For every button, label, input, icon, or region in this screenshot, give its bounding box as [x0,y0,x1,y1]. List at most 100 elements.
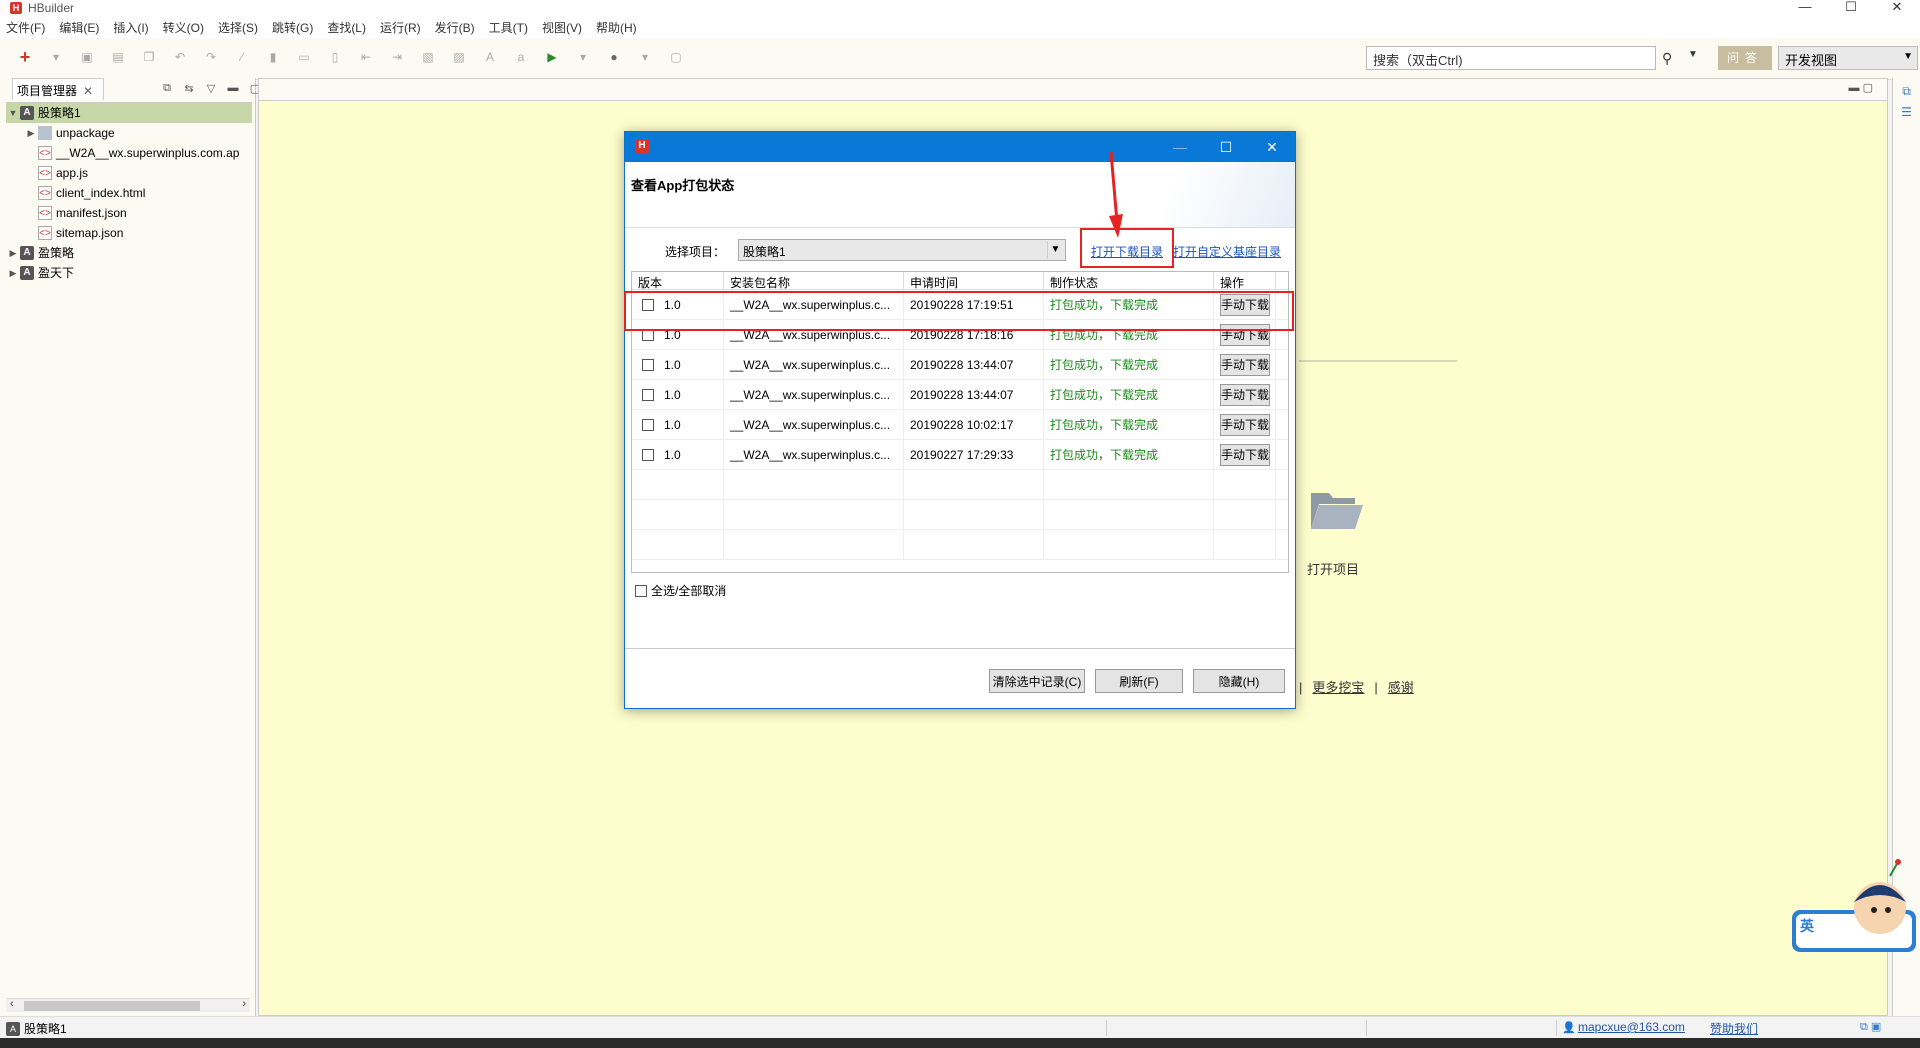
manual-download-button[interactable]: 手动下载 [1220,443,1271,466]
thanks-link[interactable]: 感谢 [1388,680,1414,695]
undo-icon[interactable]: ↶ [173,50,187,64]
table-row[interactable]: 1.0 __W2A__wx.superwinplus.c... 20190228 1… [632,380,1288,410]
font-down-icon[interactable]: a [514,50,528,64]
minimize-panel-icon[interactable]: ▬ [222,82,244,95]
tree-item[interactable]: ▶ unpackage [6,123,252,143]
tree-item[interactable]: <> sitemap.json [6,223,252,243]
new-icon[interactable]: + [18,48,32,66]
refresh-button[interactable]: 刷新(F) [1095,669,1183,693]
tab-label: 项目管理器 [17,84,78,98]
run-icon[interactable]: ▶ [545,50,559,64]
tree-item[interactable]: <> client_index.html [6,183,252,203]
tree-item[interactable]: <> app.js [6,163,252,183]
restore-icon[interactable]: ⧉ [1893,84,1920,99]
dialog-minimize-button[interactable]: — [1157,132,1203,162]
qa-button[interactable]: 问答 [1718,46,1772,70]
row-checkbox[interactable] [642,448,654,461]
close-button[interactable]: ✕ [1874,0,1920,16]
table-row[interactable]: 1.0 __W2A__wx.superwinplus.c... 20190228 1… [632,350,1288,380]
sponsor-link[interactable]: 赞助我们 [1710,1020,1758,1037]
select-all[interactable]: 全选/全部取消 [635,582,726,599]
minimize-button[interactable]: — [1782,0,1828,16]
more-treasure-link[interactable]: 更多挖宝 [1312,680,1364,695]
folder-icon[interactable] [1309,489,1365,531]
manual-download-button[interactable]: 手动下载 [1220,383,1271,406]
run-dropdown-icon[interactable]: ▾ [576,50,590,64]
tree-item[interactable]: ▶ A 盈策略 [6,243,252,263]
menu-help[interactable]: 帮助(H) [596,19,637,36]
menu-insert[interactable]: 插入(I) [113,19,148,36]
row-checkbox[interactable] [642,358,654,371]
menu-goto[interactable]: 跳转(G) [272,19,313,36]
chevron-down-icon[interactable]: ▼ [6,103,20,123]
manual-download-button[interactable]: 手动下载 [1220,413,1271,436]
chevron-right-icon[interactable]: ▶ [6,263,20,283]
menu-run[interactable]: 运行(R) [380,19,421,36]
menu-tools[interactable]: 工具(T) [489,19,528,36]
copy-icon[interactable]: ❐ [142,50,156,64]
menu-view[interactable]: 视图(V) [542,19,582,36]
link-editor-icon[interactable]: ⇆ [178,82,200,95]
table-row[interactable]: 1.0 __W2A__wx.superwinplus.c... 20190227 1… [632,440,1288,470]
open-custom-base-dir-link[interactable]: 打开自定义基座目录 [1173,243,1281,260]
tab-project-manager[interactable]: 项目管理器 ✕ [12,78,104,100]
bookmark-icon[interactable]: ▮ [266,50,280,64]
tree-item[interactable]: <> manifest.json [6,203,252,223]
save-icon[interactable]: ▣ [80,50,94,64]
mascot-image[interactable] [1790,858,1920,958]
scroll-left-icon[interactable]: ‹ [10,998,14,1010]
row-checkbox[interactable] [642,388,654,401]
save-all-icon[interactable]: ▤ [111,50,125,64]
view-select[interactable]: 开发视图 ▼ [1778,46,1918,70]
search-dropdown-icon[interactable]: ▼ [1688,49,1698,60]
clear-selected-button[interactable]: 清除选中记录(C) [989,669,1085,693]
jump-end-icon[interactable]: ⇥ [390,50,404,64]
tree-item[interactable]: ▼ A 股策略1 [6,103,252,123]
fold-icon[interactable]: ▧ [421,50,435,64]
manual-download-button[interactable]: 手动下载 [1220,353,1271,376]
project-select[interactable]: 股策略1 ▼ [738,239,1066,261]
menu-select[interactable]: 选择(S) [218,19,258,36]
scroll-right-icon[interactable]: › [242,998,246,1010]
hide-button[interactable]: 隐藏(H) [1193,669,1285,693]
close-tab-icon[interactable]: ✕ [83,84,93,98]
dialog-close-button[interactable]: ✕ [1249,132,1295,162]
format-icon[interactable]: ⁄ [235,50,249,64]
select-all-checkbox[interactable] [635,584,647,597]
collapse-all-icon[interactable]: ⧉ [156,82,178,95]
preview-icon[interactable]: ▢ [669,50,683,64]
open-project-label[interactable]: 打开项目 [1307,559,1359,578]
font-up-icon[interactable]: A [483,50,497,64]
outline-icon[interactable]: ☰ [1893,105,1920,119]
jump-start-icon[interactable]: ⇤ [359,50,373,64]
chevron-right-icon[interactable]: ▶ [24,123,38,143]
menu-edit[interactable]: 编辑(E) [59,19,99,36]
dialog-maximize-button[interactable]: ☐ [1203,132,1249,162]
status-icons[interactable]: ⧉ ▣ [1860,1020,1881,1034]
indent-icon[interactable]: ▯ [328,50,342,64]
search-icon[interactable]: ⚲ [1662,50,1672,67]
tree-item[interactable]: <> __W2A__wx.superwinplus.com.ap [6,143,252,163]
tree-item[interactable]: ▶ A 盈天下 [6,263,252,283]
cell-request-time: 20190228 10:02:17 [904,410,1044,439]
table-row[interactable]: 1.0 __W2A__wx.superwinplus.c... 20190228 1… [632,410,1288,440]
menu-escape[interactable]: 转义(O) [163,19,204,36]
menu-find[interactable]: 查找(L) [327,19,366,36]
scroll-thumb[interactable] [24,1001,200,1011]
comment-icon[interactable]: ▭ [297,50,311,64]
maximize-button[interactable]: ☐ [1828,0,1874,16]
dropdown-icon[interactable]: ▾ [49,50,63,64]
chevron-right-icon[interactable]: ▶ [6,243,20,263]
search-input[interactable]: 搜索（双击Ctrl) [1366,46,1656,70]
user-account-link[interactable]: mapcxue@163.com [1578,1020,1685,1034]
browser-dropdown-icon[interactable]: ▾ [638,50,652,64]
redo-icon[interactable]: ↷ [204,50,218,64]
view-menu-icon[interactable]: ▽ [200,82,222,95]
browser-icon[interactable]: ● [607,50,621,64]
row-checkbox[interactable] [642,418,654,431]
horizontal-scrollbar[interactable]: ‹ › [6,998,250,1012]
unfold-icon[interactable]: ▨ [452,50,466,64]
menu-publish[interactable]: 发行(B) [435,19,475,36]
editor-window-controls-icon[interactable]: ▬ ▢ [1849,81,1873,94]
menu-file[interactable]: 文件(F) [6,19,45,36]
